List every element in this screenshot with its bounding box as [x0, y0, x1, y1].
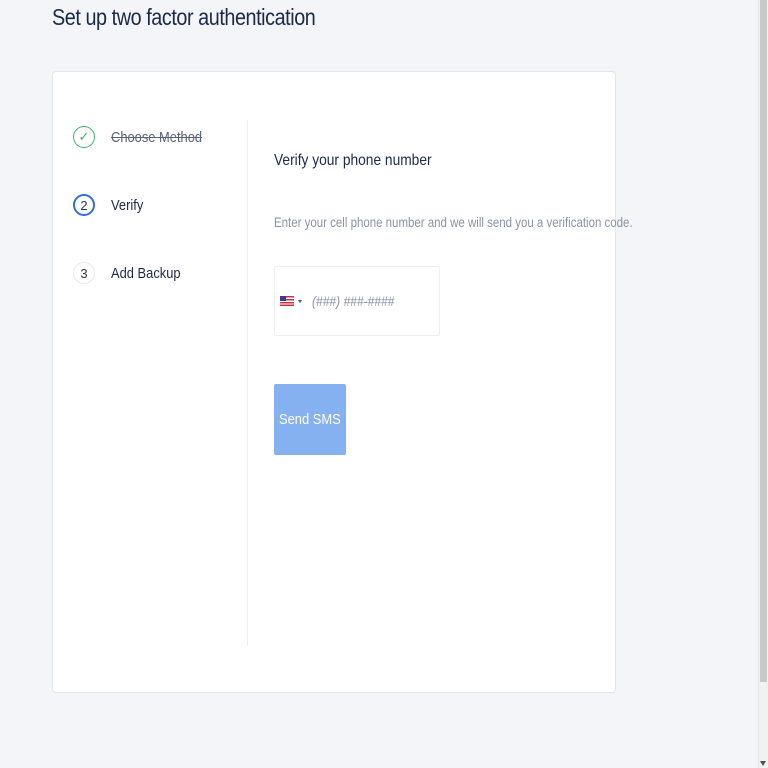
- two-factor-card: ✓ Choose Method 2 Verify 3 Add Backup Ve…: [52, 71, 633, 693]
- divider: [247, 120, 248, 646]
- chevron-down-icon: [298, 299, 302, 303]
- phone-input[interactable]: [312, 293, 407, 309]
- step-choose-method[interactable]: ✓ Choose Method: [73, 120, 233, 154]
- phone-field: [274, 266, 440, 336]
- step-label: Add Backup: [111, 264, 181, 282]
- section-description: Enter your cell phone number and we will…: [274, 214, 633, 230]
- step-add-backup[interactable]: 3 Add Backup: [73, 256, 233, 290]
- step-verify[interactable]: 2 Verify: [73, 188, 233, 222]
- section-title: Verify your phone number: [274, 152, 432, 169]
- page-title: Set up two factor authentication: [52, 4, 316, 30]
- verify-section: Verify your phone number Enter your cell…: [274, 152, 633, 455]
- step-number: 3: [73, 262, 95, 284]
- us-flag-icon: [280, 296, 294, 306]
- step-number: 2: [73, 194, 95, 216]
- country-select[interactable]: [280, 296, 312, 306]
- send-sms-button[interactable]: Send SMS: [274, 384, 346, 455]
- step-label: Choose Method: [111, 128, 203, 146]
- scroll-down-arrow-icon[interactable]: [760, 761, 766, 766]
- scroll-thumb[interactable]: [760, 0, 767, 682]
- scrollbar[interactable]: [758, 0, 768, 768]
- check-icon: ✓: [73, 126, 95, 148]
- page: Set up two factor authentication ✓ Choos…: [0, 0, 758, 768]
- step-label: Verify: [111, 196, 144, 214]
- send-sms-label: Send SMS: [279, 411, 341, 428]
